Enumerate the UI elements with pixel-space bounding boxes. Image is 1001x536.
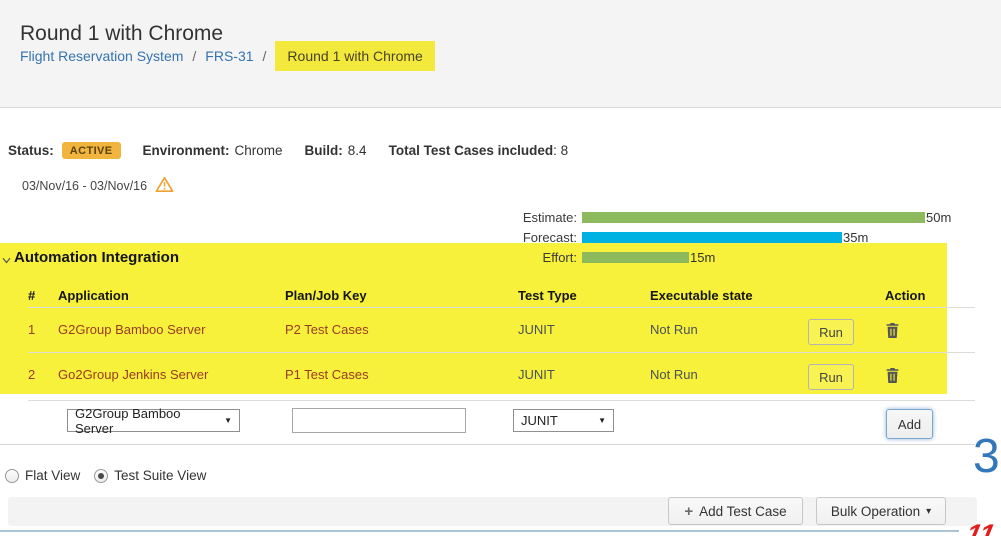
estimate-bar (582, 212, 925, 223)
application-select[interactable]: G2Group Bamboo Server ▼ (67, 409, 240, 432)
test-suite-view-label: Test Suite View (114, 468, 206, 483)
bulk-operation-label: Bulk Operation (831, 504, 920, 519)
test-cycle-page: Round 1 with Chrome Flight Reservation S… (0, 0, 1001, 536)
breadcrumb-separator: / (192, 48, 196, 64)
col-num: # (28, 288, 35, 303)
effort-bar-row: Effort: 15m (482, 251, 715, 264)
estimate-label: Estimate: (482, 210, 577, 225)
col-plan-job-key: Plan/Job Key (285, 288, 367, 303)
effort-label: Effort: (482, 250, 577, 265)
environment-value: Chrome (235, 143, 283, 158)
effort-bar (582, 252, 689, 263)
row-plan-job-key: P2 Test Cases (285, 322, 369, 337)
trash-icon[interactable] (886, 323, 899, 341)
effort-value: 15m (690, 250, 715, 265)
trash-icon[interactable] (886, 368, 899, 386)
breadcrumb-issue-link[interactable]: FRS-31 (205, 48, 253, 64)
divider (28, 307, 975, 308)
breadcrumb-project-link[interactable]: Flight Reservation System (20, 48, 183, 64)
forecast-bar (582, 232, 842, 243)
forecast-bar-row: Forecast: 35m (482, 231, 868, 244)
table-row: 1 G2Group Bamboo Server P2 Test Cases JU… (0, 322, 975, 342)
divider (28, 400, 975, 401)
estimate-bar-row: Estimate: 50m (482, 211, 951, 224)
breadcrumb: Flight Reservation System / FRS-31 / Rou… (20, 41, 435, 71)
row-num: 1 (28, 322, 35, 337)
divider (28, 352, 975, 353)
view-toggle: Flat View Test Suite View (5, 468, 220, 483)
breadcrumb-current-highlighted: Round 1 with Chrome (275, 41, 434, 71)
forecast-value: 35m (843, 230, 868, 245)
annotation-step-number: 3 (973, 433, 1000, 481)
bulk-operation-button[interactable]: Bulk Operation ▾ (816, 497, 946, 525)
col-application: Application (58, 288, 129, 303)
estimate-value: 50m (926, 210, 951, 225)
chevron-down-icon: ▾ (926, 506, 931, 517)
application-select-value: G2Group Bamboo Server (75, 406, 216, 436)
cycle-summary-row: Status: ACTIVE Environment: Chrome Build… (8, 142, 568, 159)
date-range-row: 03/Nov/16 - 03/Nov/16 (22, 176, 174, 196)
chevron-down-icon[interactable] (2, 252, 11, 267)
build-label: Build: (305, 143, 343, 158)
chevron-down-icon: ▼ (598, 416, 606, 425)
add-test-case-button[interactable]: + Add Test Case (668, 497, 803, 525)
date-range-value: 03/Nov/16 - 03/Nov/16 (22, 179, 147, 193)
automation-section-title: Automation Integration (14, 249, 179, 266)
build-value: 8.4 (348, 143, 367, 158)
warning-triangle-icon (155, 176, 174, 196)
flat-view-radio[interactable] (5, 469, 19, 483)
plus-icon: + (684, 503, 693, 520)
flat-view-label: Flat View (25, 468, 80, 483)
col-executable-state: Executable state (650, 288, 753, 303)
row-plan-job-key: P1 Test Cases (285, 367, 369, 382)
environment-label: Environment: (143, 143, 230, 158)
breadcrumb-separator: / (263, 48, 267, 64)
total-testcases-label: Total Test Cases included (389, 143, 554, 158)
status-badge: ACTIVE (62, 142, 121, 159)
row-executable-state: Not Run (650, 322, 698, 337)
test-suite-view-radio[interactable] (94, 469, 108, 483)
forecast-label: Forecast: (482, 230, 577, 245)
annotation-red-partial: 11 (966, 520, 1001, 536)
divider (0, 530, 959, 532)
divider (0, 444, 975, 445)
plan-key-input[interactable] (292, 408, 466, 433)
test-type-select-value: JUNIT (521, 413, 558, 428)
automation-table-header: # Application Plan/Job Key Test Type Exe… (0, 288, 975, 308)
add-button[interactable]: Add (886, 409, 933, 439)
row-application: Go2Group Jenkins Server (58, 367, 208, 382)
row-application: G2Group Bamboo Server (58, 322, 205, 337)
run-button[interactable]: Run (808, 319, 854, 345)
col-action: Action (885, 288, 925, 303)
row-test-type: JUNIT (518, 322, 555, 337)
status-label: Status: (8, 143, 54, 158)
row-test-type: JUNIT (518, 367, 555, 382)
test-type-select[interactable]: JUNIT ▼ (513, 409, 614, 432)
row-executable-state: Not Run (650, 367, 698, 382)
page-header: Round 1 with Chrome Flight Reservation S… (0, 0, 1001, 108)
row-num: 2 (28, 367, 35, 382)
table-row: 2 Go2Group Jenkins Server P1 Test Cases … (0, 367, 975, 387)
add-test-case-label: Add Test Case (699, 504, 787, 519)
run-button[interactable]: Run (808, 364, 854, 390)
chevron-down-icon: ▼ (224, 416, 232, 425)
total-testcases-value: : 8 (553, 143, 568, 158)
col-test-type: Test Type (518, 288, 577, 303)
